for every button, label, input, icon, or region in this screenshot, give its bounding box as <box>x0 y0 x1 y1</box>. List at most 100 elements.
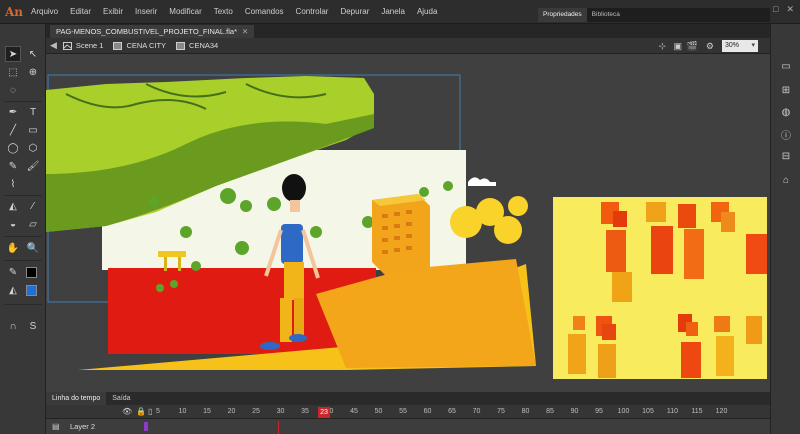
close-tab-icon[interactable]: ✕ <box>242 27 248 36</box>
frame-number[interactable]: 55 <box>399 408 407 415</box>
frame-number[interactable]: 100 <box>618 408 630 415</box>
color-panel-icon[interactable]: ◍ <box>780 106 792 118</box>
frame-number[interactable]: 115 <box>691 408 702 415</box>
playhead-frame[interactable]: 23 <box>318 407 330 418</box>
menu-janela[interactable]: Janela <box>375 0 411 24</box>
hand-tool-icon[interactable]: ✋ <box>5 240 21 256</box>
breadcrumb-cena34[interactable]: CENA34 <box>176 41 218 50</box>
frame-number[interactable]: 75 <box>497 408 505 415</box>
document-tab-label: PAG-MENOS_COMBUSTIVEL_PROJETO_FINAL.fla* <box>56 27 238 36</box>
free-transform-tool-icon[interactable]: ⬚ <box>5 64 21 80</box>
pen-tool-icon[interactable]: ✒ <box>5 104 21 120</box>
frame-number[interactable]: 60 <box>424 408 432 415</box>
tab-biblioteca[interactable]: Biblioteca <box>587 8 625 22</box>
movieclip-symbol-icon <box>113 41 123 50</box>
frame-number[interactable]: 15 <box>203 408 211 415</box>
frame-number[interactable]: 10 <box>179 408 187 415</box>
info-panel-icon[interactable]: ⓘ <box>780 128 792 142</box>
zoom-value: 30% <box>725 42 740 49</box>
right-panel-tabs: Propriedades Biblioteca <box>538 8 770 22</box>
align-panel-icon[interactable]: ⊟ <box>780 150 792 162</box>
menu-modificar[interactable]: Modificar <box>163 0 207 24</box>
zoom-tool-icon[interactable]: 🔍 <box>25 240 41 256</box>
menu-controlar[interactable]: Controlar <box>290 0 335 24</box>
center-stage-icon[interactable]: ⊹ <box>658 41 666 52</box>
bone-tool-icon[interactable]: ⌇ <box>5 176 21 192</box>
stroke-color-swatch[interactable] <box>26 267 37 278</box>
frame-number[interactable]: 80 <box>522 408 530 415</box>
lasso-tool-icon[interactable]: ◌ <box>5 82 21 98</box>
brush-tool-icon[interactable]: 🖌 <box>25 158 41 174</box>
stage-artwork[interactable] <box>46 54 770 392</box>
timeline-ruler[interactable]: 👁 🔒 ▯ 5101520253035404550556065707580859… <box>46 405 770 419</box>
timeline-tab-bar: Linha do tempo Saída <box>46 392 770 405</box>
rectangle-tool-icon[interactable]: ▭ <box>25 122 41 138</box>
breadcrumb-scene[interactable]: Scene 1 <box>62 41 103 50</box>
layer-row[interactable]: ▤ Layer 2 <box>46 419 770 434</box>
menu-arquivo[interactable]: Arquivo <box>25 0 64 24</box>
frame-number[interactable]: 90 <box>571 408 579 415</box>
frame-number[interactable]: 20 <box>228 408 236 415</box>
polystar-tool-icon[interactable]: ⬡ <box>25 140 41 156</box>
menu-inserir[interactable]: Inserir <box>129 0 163 24</box>
smooth-option-icon[interactable]: S <box>25 318 41 334</box>
frame-number[interactable]: 45 <box>350 408 358 415</box>
fill-color-icon[interactable]: ◭ <box>5 282 21 298</box>
text-tool-icon[interactable]: T <box>25 104 41 120</box>
tab-linha-do-tempo[interactable]: Linha do tempo <box>46 392 107 405</box>
ink-bottle-tool-icon[interactable]: ◒ <box>5 216 21 232</box>
menu-ajuda[interactable]: Ajuda <box>411 0 443 24</box>
maximize-button[interactable]: □ <box>773 4 778 15</box>
frame-number[interactable]: 65 <box>448 408 456 415</box>
frame-number[interactable]: 25 <box>252 408 260 415</box>
back-arrow-icon[interactable]: ◀ <box>50 40 57 51</box>
fill-color-swatch[interactable] <box>26 285 37 296</box>
frame-number[interactable]: 50 <box>375 408 383 415</box>
frame-number[interactable]: 70 <box>473 408 481 415</box>
stroke-color-icon[interactable]: ✎ <box>5 264 21 280</box>
breadcrumb-cena-city[interactable]: CENA CITY <box>113 41 166 50</box>
frame-number[interactable]: 85 <box>546 408 554 415</box>
selection-tool-icon[interactable]: ➤ <box>5 46 21 62</box>
menu-exibir[interactable]: Exibir <box>97 0 129 24</box>
eraser-tool-icon[interactable]: ▱ <box>25 216 41 232</box>
close-window-button[interactable]: ✕ <box>786 4 794 15</box>
motion-presets-icon[interactable]: ⌂ <box>780 174 792 186</box>
edit-symbols-icon[interactable]: ⚙ <box>706 41 714 52</box>
frame-number[interactable]: 110 <box>667 408 678 415</box>
zoom-select[interactable]: 30% ▾ <box>722 40 758 52</box>
lock-icon[interactable]: 🔒 <box>136 407 146 416</box>
stage-pasteboard[interactable] <box>46 54 770 392</box>
frame-number[interactable]: 105 <box>642 408 654 415</box>
breadcrumb-cena-city-label: CENA CITY <box>126 41 167 50</box>
subselection-tool-icon[interactable]: ↖ <box>25 46 41 62</box>
pencil-tool-icon[interactable]: ✎ <box>5 158 21 174</box>
frame-number[interactable]: 120 <box>716 408 728 415</box>
clip-content-icon[interactable]: ▣ <box>673 41 682 52</box>
menu-depurar[interactable]: Depurar <box>334 0 375 24</box>
visibility-eye-icon[interactable]: 👁 <box>122 407 132 416</box>
menu-comandos[interactable]: Comandos <box>239 0 290 24</box>
frame-number[interactable]: 5 <box>156 408 160 415</box>
oval-tool-icon[interactable]: ◯ <box>5 140 21 156</box>
menu-texto[interactable]: Texto <box>208 0 239 24</box>
tab-saida[interactable]: Saída <box>106 392 136 405</box>
edit-bar: ◀ Scene 1 CENA CITY CENA34 ⊹ ▣ 🎬 ⚙ 30% ▾ <box>46 38 770 54</box>
line-tool-icon[interactable]: ╱ <box>5 122 21 138</box>
layer-name[interactable]: Layer 2 <box>70 422 95 431</box>
eyedropper-tool-icon[interactable]: ⁄ <box>25 198 41 214</box>
tool-options-icon[interactable]: ▭ <box>780 60 792 72</box>
edit-scene-icon[interactable]: 🎬 <box>687 41 698 52</box>
tab-propriedades[interactable]: Propriedades <box>538 8 587 22</box>
properties-panel-icon[interactable]: ⊞ <box>780 84 792 96</box>
tower-building <box>372 194 430 276</box>
outline-icon[interactable]: ▯ <box>148 407 152 416</box>
document-tab[interactable]: PAG-MENOS_COMBUSTIVEL_PROJETO_FINAL.fla*… <box>50 25 255 38</box>
frame-number[interactable]: 95 <box>595 408 603 415</box>
frame-number[interactable]: 35 <box>301 408 309 415</box>
menu-editar[interactable]: Editar <box>64 0 97 24</box>
snap-magnet-icon[interactable]: ∩ <box>5 318 21 334</box>
frame-number[interactable]: 30 <box>277 408 285 415</box>
3d-rotation-tool-icon[interactable]: ⊕ <box>25 64 41 80</box>
paint-bucket-tool-icon[interactable]: ◭ <box>5 198 21 214</box>
